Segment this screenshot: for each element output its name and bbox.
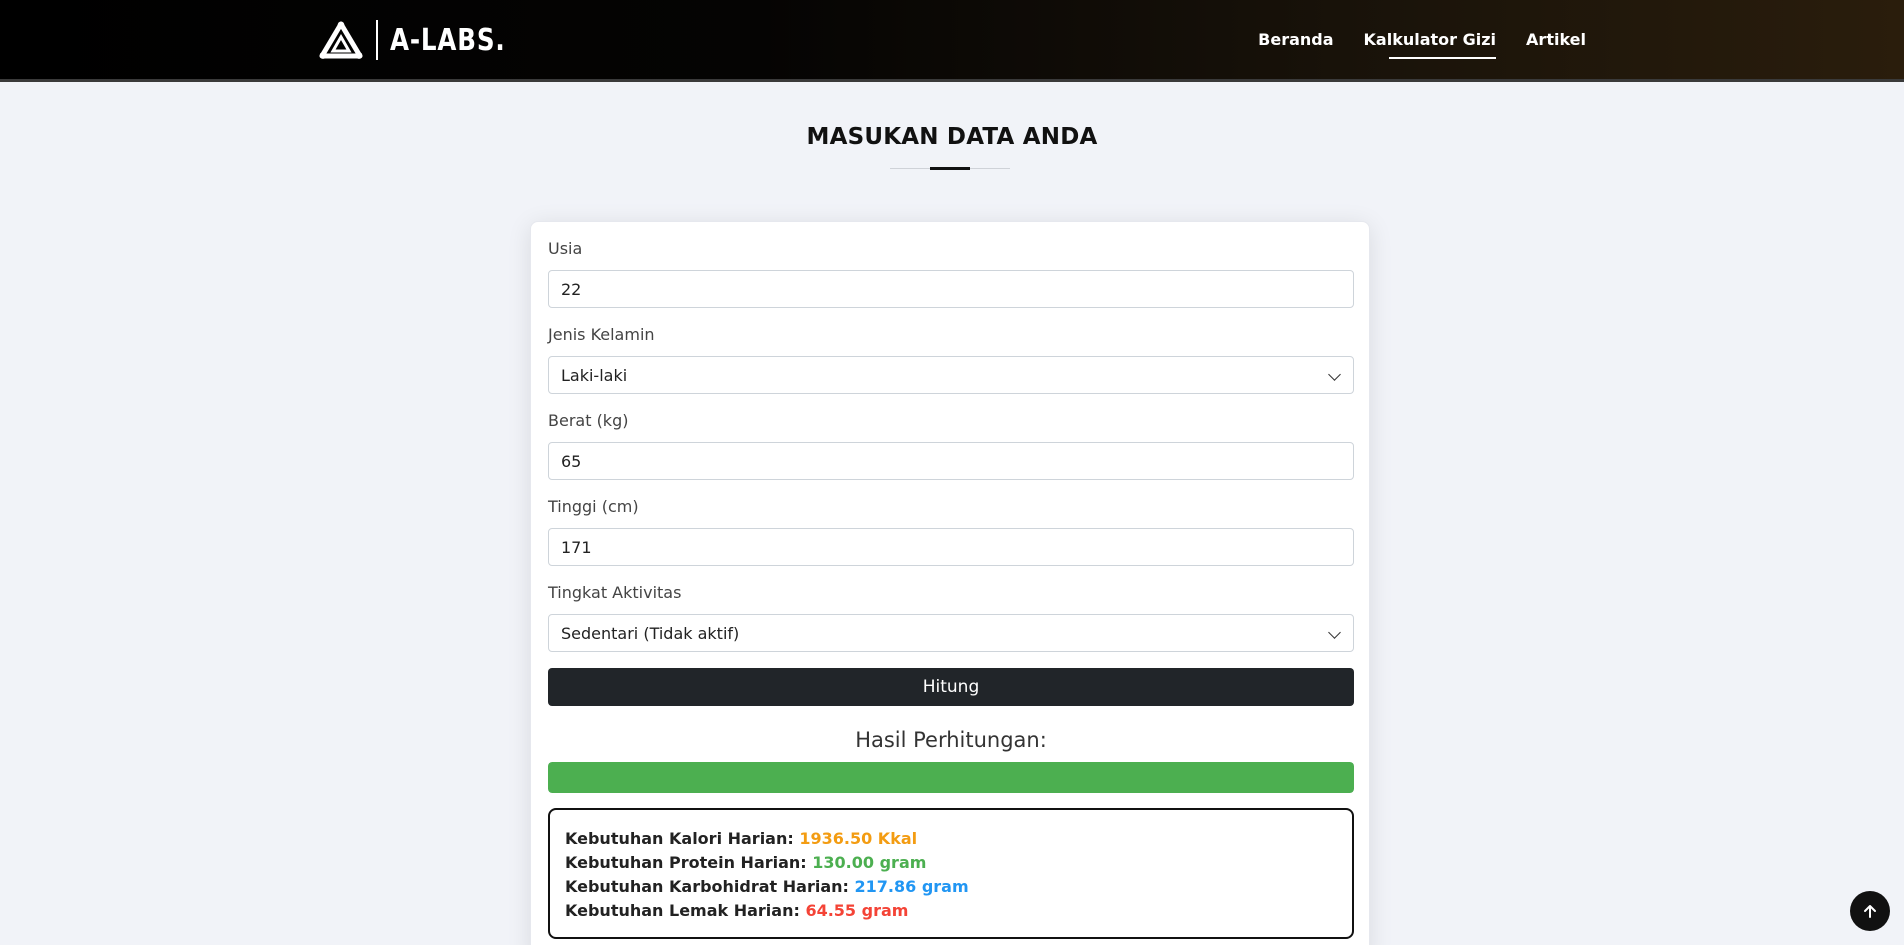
- height-value: 171: [561, 537, 592, 557]
- gender-value: Laki-laki: [561, 365, 628, 385]
- age-value: 22: [561, 279, 582, 299]
- triangle-logo-icon: [319, 21, 363, 59]
- brand-divider: [376, 20, 378, 60]
- chevron-down-icon: [1328, 626, 1341, 639]
- brand-name: A-LABS.: [390, 22, 506, 58]
- height-label: Tinggi (cm): [548, 497, 639, 516]
- fat-value: 64.55 gram: [805, 901, 909, 920]
- back-to-top-button[interactable]: [1850, 891, 1890, 931]
- gender-label: Jenis Kelamin: [548, 325, 655, 344]
- nav-link-kalkulator-gizi[interactable]: Kalkulator Gizi: [1364, 30, 1496, 59]
- fat-result: Kebutuhan Lemak Harian: 64.55 gram: [565, 899, 1337, 923]
- activity-select[interactable]: Sedentari (Tidak aktif): [548, 614, 1354, 652]
- calculator-card: Usia 22 Jenis Kelamin Laki-laki Berat (k…: [530, 221, 1370, 945]
- age-input[interactable]: 22: [548, 270, 1354, 308]
- calorie-value: 1936.50 Kkal: [799, 829, 918, 848]
- carb-label: Kebutuhan Karbohidrat Harian:: [565, 877, 849, 896]
- activity-value: Sedentari (Tidak aktif): [561, 623, 740, 643]
- calorie-result: Kebutuhan Kalori Harian: 1936.50 Kkal: [565, 827, 1337, 851]
- gender-select[interactable]: Laki-laki: [548, 356, 1354, 394]
- navbar: A-LABS. Beranda Kalkulator Gizi Artikel: [0, 0, 1904, 82]
- page-title: MASUKAN DATA ANDA: [806, 124, 1098, 150]
- carb-result: Kebutuhan Karbohidrat Harian: 217.86 gra…: [565, 875, 1337, 899]
- height-input[interactable]: 171: [548, 528, 1354, 566]
- nav-link-beranda[interactable]: Beranda: [1258, 30, 1333, 53]
- carb-value: 217.86 gram: [854, 877, 969, 896]
- weight-input[interactable]: 65: [548, 442, 1354, 480]
- nav-link-artikel[interactable]: Artikel: [1526, 30, 1586, 53]
- title-underline: [890, 167, 1010, 170]
- fat-label: Kebutuhan Lemak Harian:: [565, 901, 800, 920]
- arrow-up-icon: [1864, 905, 1876, 918]
- calorie-label: Kebutuhan Kalori Harian:: [565, 829, 794, 848]
- weight-label: Berat (kg): [548, 411, 629, 430]
- result-title: Hasil Perhitungan:: [855, 728, 1047, 752]
- protein-value: 130.00 gram: [812, 853, 927, 872]
- result-box: Kebutuhan Kalori Harian: 1936.50 Kkal Ke…: [548, 808, 1354, 939]
- protein-result: Kebutuhan Protein Harian: 130.00 gram: [565, 851, 1337, 875]
- hitung-button[interactable]: Hitung: [548, 668, 1354, 706]
- activity-label: Tingkat Aktivitas: [548, 583, 682, 602]
- result-progress-bar: [548, 762, 1354, 793]
- main-nav: Beranda Kalkulator Gizi Artikel: [1258, 30, 1586, 59]
- chevron-down-icon: [1328, 368, 1341, 381]
- protein-label: Kebutuhan Protein Harian:: [565, 853, 807, 872]
- progress-fill: [548, 762, 1354, 793]
- weight-value: 65: [561, 451, 582, 471]
- brand-logo[interactable]: A-LABS.: [318, 18, 531, 62]
- age-label: Usia: [548, 239, 583, 258]
